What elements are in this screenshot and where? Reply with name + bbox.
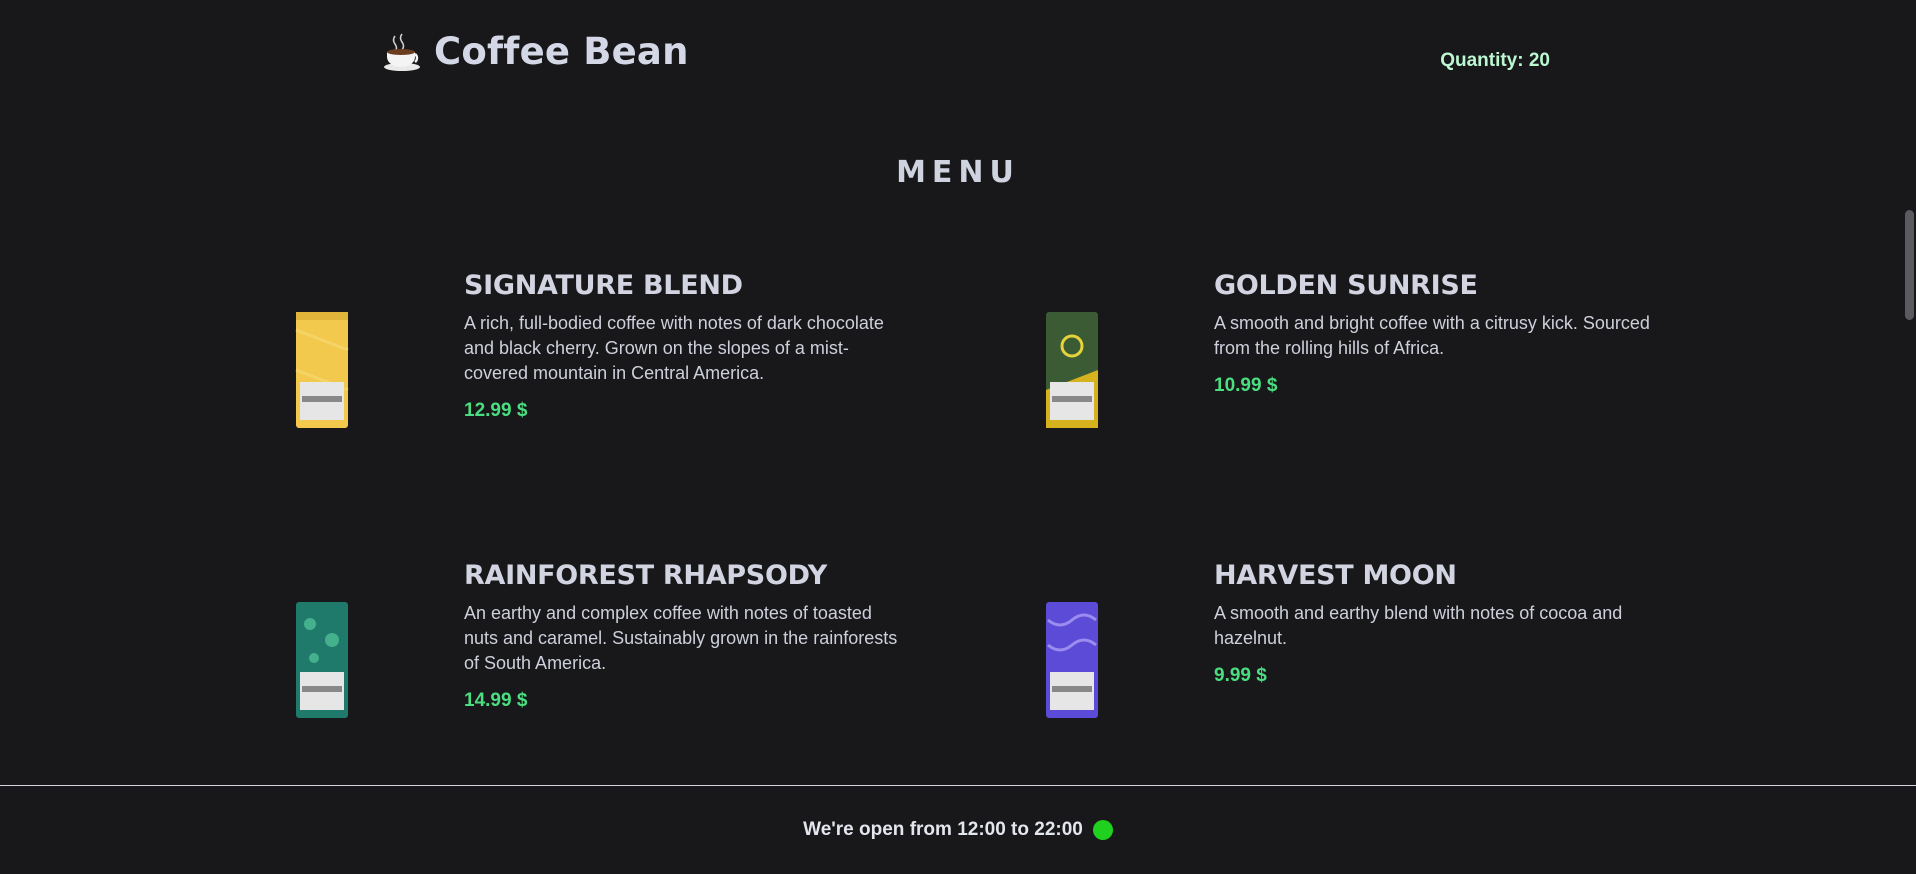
- product-image: [192, 560, 452, 760]
- product-name: HARVEST MOON: [1214, 560, 1457, 591]
- product-name: SIGNATURE BLEND: [464, 270, 743, 301]
- product-description: An earthy and complex coffee with notes …: [464, 603, 898, 673]
- product-description: A rich, full-bodied coffee with notes of…: [464, 313, 884, 383]
- scrollbar-thumb[interactable]: [1905, 210, 1914, 320]
- product-price: 9.99 $: [1214, 665, 1267, 686]
- site-title: Coffee Bean: [434, 30, 689, 73]
- product-image: [942, 270, 1202, 470]
- product-image: [942, 560, 1202, 760]
- product-price: 12.99 $: [464, 400, 528, 421]
- product-card[interactable]: GOLDEN SUNRISE A smooth and bright coffe…: [942, 270, 1682, 470]
- site-footer: We're open from 12:00 to 22:00: [0, 786, 1916, 874]
- coffee-cup-icon: [384, 33, 420, 71]
- scrollbar[interactable]: [1902, 0, 1916, 874]
- product-description: A smooth and earthy blend with notes of …: [1214, 603, 1623, 648]
- coffee-bag-image: [296, 602, 348, 718]
- product-card[interactable]: HARVEST MOON A smooth and earthy blend w…: [942, 560, 1682, 760]
- opening-hours: We're open from 12:00 to 22:00: [803, 819, 1083, 840]
- product-image: [192, 270, 452, 470]
- product-card[interactable]: SIGNATURE BLEND A rich, full-bodied coff…: [192, 270, 932, 470]
- product-info: RAINFOREST RHAPSODY An earthy and comple…: [464, 560, 904, 712]
- product-info: GOLDEN SUNRISE A smooth and bright coffe…: [1214, 270, 1654, 397]
- product-info: HARVEST MOON A smooth and earthy blend w…: [1214, 560, 1654, 687]
- product-card[interactable]: RAINFOREST RHAPSODY An earthy and comple…: [192, 560, 932, 760]
- site-header: Coffee Bean Quantity: 20: [382, 30, 1550, 90]
- coffee-bag-image: [295, 312, 349, 428]
- open-status-indicator: [1092, 820, 1113, 840]
- product-price: 14.99 $: [464, 690, 528, 711]
- coffee-bag-image: [1046, 602, 1098, 718]
- product-name: GOLDEN SUNRISE: [1214, 270, 1478, 301]
- logo[interactable]: Coffee Bean: [382, 30, 689, 73]
- menu-heading: MENU: [896, 154, 1020, 190]
- product-info: SIGNATURE BLEND A rich, full-bodied coff…: [464, 270, 904, 422]
- product-description: A smooth and bright coffee with a citrus…: [1214, 313, 1650, 358]
- product-price: 10.99 $: [1214, 375, 1278, 396]
- coffee-bag-image: [1046, 312, 1098, 428]
- page: Coffee Bean Quantity: 20 MENU SIGNATURE …: [0, 0, 1916, 874]
- product-name: RAINFOREST RHAPSODY: [464, 560, 827, 591]
- cart-quantity: Quantity: 20: [1440, 50, 1550, 71]
